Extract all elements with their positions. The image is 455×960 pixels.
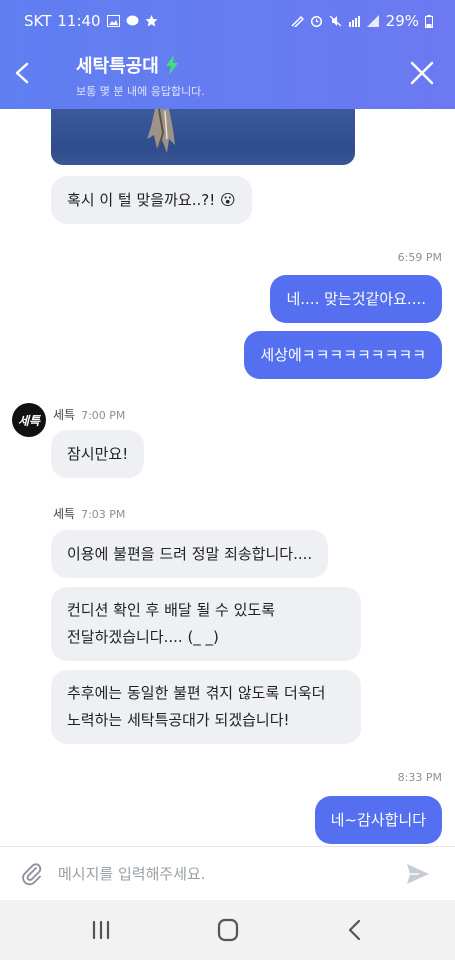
recent-apps-icon[interactable] xyxy=(84,914,118,946)
clock: 11:40 xyxy=(57,12,101,30)
system-nav-bar xyxy=(0,900,455,960)
incoming-message: 혹시 이 털 맞을까요..?! 😮 xyxy=(51,176,252,224)
outgoing-message: 세상에ㅋㅋㅋㅋㅋㅋㅋㅋㅋ xyxy=(244,331,442,379)
outgoing-message: 네~감사합니다 xyxy=(314,796,442,844)
sender-line: 세특 7:03 PM xyxy=(53,505,125,522)
page-title: 세탁특공대 xyxy=(76,52,179,78)
message-timestamp: 8:33 PM xyxy=(397,771,442,784)
mute-icon xyxy=(329,15,342,27)
incoming-message-multiline: 컨디션 확인 후 배달 될 수 있도록 전달하겠습니다.... (_ _) xyxy=(51,587,361,661)
channel-name: 세탁특공대 xyxy=(76,56,159,77)
photo-attachment[interactable] xyxy=(51,109,355,165)
header-title-group: 세탁특공대 보통 몇 분 내에 응답합니다. xyxy=(76,52,205,99)
composer xyxy=(0,846,455,900)
response-time-note: 보통 몇 분 내에 응답합니다. xyxy=(76,85,205,98)
outgoing-message: 네.... 맞는것같아요.... xyxy=(270,275,442,323)
close-icon[interactable] xyxy=(409,60,435,86)
pen-icon xyxy=(291,15,304,27)
message-list[interactable]: 혹시 이 털 맞을까요..?! 😮 6:59 PM 네.... 맞는것같아요..… xyxy=(0,109,455,846)
message-line: 노력하는 세탁특공대가 되겠습니다! xyxy=(67,711,290,729)
star-notification-icon xyxy=(145,15,158,27)
sender-line: 세특 7:00 PM xyxy=(53,406,125,423)
incoming-message: 잠시만요! xyxy=(51,430,145,478)
message-line: 전달하겠습니다.... (_ _) xyxy=(67,628,219,646)
cell-signal-icon xyxy=(366,15,379,27)
incoming-message: 이용에 불편을 드려 정말 죄송합니다.... xyxy=(51,530,329,578)
message-timestamp: 6:59 PM xyxy=(397,251,442,264)
back-arrow-icon[interactable] xyxy=(8,56,38,90)
sender-name: 세특 xyxy=(53,408,76,422)
battery-icon xyxy=(425,14,433,28)
lightning-icon xyxy=(165,55,178,75)
message-line: 컨디션 확인 후 배달 될 수 있도록 xyxy=(67,601,276,619)
alarm-icon xyxy=(310,15,322,27)
home-icon[interactable] xyxy=(211,914,245,946)
talk-notification-icon xyxy=(126,15,139,26)
message-line: 추후에는 동일한 불편 겪지 않도록 더욱더 xyxy=(67,684,326,702)
battery-percent: 29% xyxy=(385,12,419,30)
chat-header: 세탁특공대 보통 몇 분 내에 응답합니다. xyxy=(0,42,455,109)
sender-timestamp: 7:03 PM xyxy=(81,508,126,521)
avatar[interactable]: 세특 xyxy=(12,403,46,437)
send-icon[interactable] xyxy=(405,861,431,887)
sender-timestamp: 7:00 PM xyxy=(81,409,126,422)
sender-name: 세특 xyxy=(53,507,76,521)
nav-back-icon[interactable] xyxy=(339,914,373,946)
fur-photo xyxy=(147,109,175,153)
status-bar: SKT 11:40 29% xyxy=(0,0,455,42)
signal-5g-icon xyxy=(348,16,360,27)
gallery-notification-icon xyxy=(106,15,120,27)
message-input[interactable] xyxy=(58,861,388,887)
incoming-message-multiline: 추후에는 동일한 불편 겪지 않도록 더욱더 노력하는 세탁특공대가 되겠습니다… xyxy=(51,670,361,744)
carrier-label: SKT xyxy=(24,12,52,30)
paperclip-icon[interactable] xyxy=(20,862,44,886)
